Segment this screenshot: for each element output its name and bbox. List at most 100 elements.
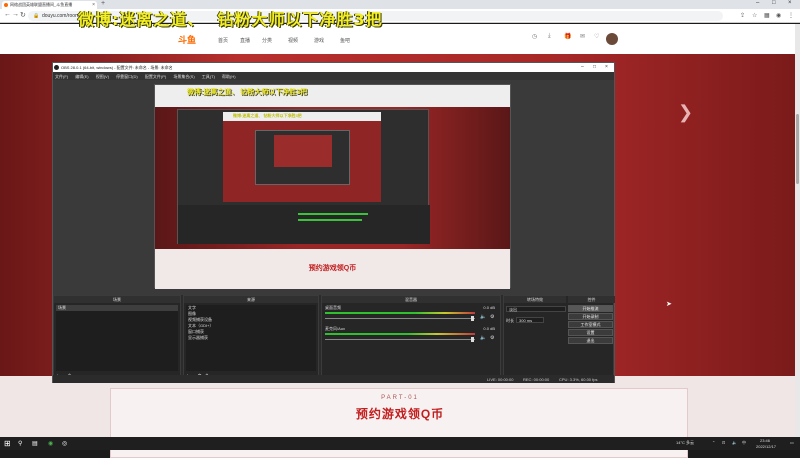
windows-start-icon[interactable]: ⊞ <box>4 439 11 448</box>
obs-title: OBS 28.0.1 (64-bit, windows) - 配置文件: 未命名… <box>61 65 173 70</box>
transitions-header: 转场特效 <box>504 296 566 303</box>
menu-edit[interactable]: 编辑(E) <box>75 74 88 79</box>
channel-db: 0.0 dB <box>483 305 495 310</box>
start-streaming-button[interactable]: 开始推流 <box>568 305 613 312</box>
exit-button[interactable]: 退出 <box>568 337 613 344</box>
reload-icon[interactable]: ↻ <box>20 11 26 19</box>
maximize-icon[interactable]: □ <box>772 0 776 6</box>
menu-view[interactable]: 视图(V) <box>96 74 109 79</box>
start-recording-button[interactable]: 开始录制 <box>568 313 613 320</box>
notification-icon[interactable]: ▭ <box>790 440 794 445</box>
nav-item-video[interactable]: 视频 <box>288 37 298 44</box>
chrome-icon[interactable]: ◉ <box>48 440 53 447</box>
nested-bottom-section: 预约游戏领Q币 <box>155 249 510 289</box>
sources-list: 文字 图像 视频捕获设备 文本（GDI+） 窗口捕获 显示器捕获 <box>186 305 316 371</box>
share-icon[interactable]: ⇪ <box>740 12 745 19</box>
file-explorer-icon[interactable]: ▤ <box>32 440 38 447</box>
history-icon[interactable]: ◷ <box>532 33 537 40</box>
nested-meter <box>298 213 368 215</box>
search-icon[interactable]: ⚲ <box>18 440 22 447</box>
event-title: 预约游戏领Q币 <box>355 407 445 421</box>
menu-docks[interactable]: 停靠窗口(D) <box>116 74 138 79</box>
nested-capture-1: 微博:迷离之道、 钻粉大师以下净胜3把 微博:迷离之道、 钻粉大师以下净胜3把 … <box>154 84 511 289</box>
fan-icon[interactable]: ♡ <box>594 33 599 40</box>
controls-header: 控件 <box>568 296 615 303</box>
volume-knob[interactable] <box>471 316 474 321</box>
download-icon[interactable]: ⤓ <box>548 33 551 40</box>
nested-overlay-title: 微博:迷离之道、 钻粉大师以下净胜3把 <box>187 89 308 96</box>
settings-button[interactable]: 设置 <box>568 329 613 336</box>
mixer-dock: 混音器 桌面音频 0.0 dB 🔈 ⚙ 麦克风/Aux 0.0 dB 🔈 ⚙ <box>321 295 501 382</box>
gear-icon[interactable]: ⚙ <box>490 314 494 320</box>
menu-scene-collection[interactable]: 场景集合(S) <box>173 74 194 79</box>
channel-name: 麦克风/Aux <box>325 326 346 331</box>
source-item[interactable]: 显示器捕获 <box>186 335 316 341</box>
volume-icon[interactable]: 🔈 <box>732 440 737 445</box>
volume-knob[interactable] <box>471 337 474 342</box>
volume-slider[interactable] <box>325 316 475 321</box>
obs-preview[interactable]: 微博:迷离之道、 钻粉大师以下净胜3把 微博:迷离之道、 钻粉大师以下净胜3把 … <box>53 80 614 295</box>
network-icon[interactable]: ⊡ <box>722 440 725 445</box>
profile-icon[interactable]: ◉ <box>776 12 781 19</box>
obs-logo-icon <box>54 65 59 70</box>
duration-input[interactable]: 300 ms <box>516 317 544 323</box>
forward-icon[interactable]: → <box>12 11 19 18</box>
obs-close-icon[interactable]: × <box>605 64 608 70</box>
tray-chevron-icon[interactable]: ⌃ <box>712 440 715 445</box>
windows-taskbar: ⊞ ⚲ ▤ ◉ ◎ 14°C 多云 ⌃ ⊡ 🔈 中 23:46 2022/12/… <box>0 437 800 450</box>
nav-item-game[interactable]: 游戏 <box>314 37 324 44</box>
lock-icon: 🔒 <box>33 13 40 19</box>
message-icon[interactable]: ✉ <box>580 33 585 40</box>
studio-mode-button[interactable]: 工作室模式 <box>568 321 613 328</box>
weather[interactable]: 14°C 多云 <box>676 440 694 446</box>
nested-preview: 微博:迷离之道、 钻粉大师以下净胜3把 <box>223 112 381 202</box>
transition-select[interactable]: 淡出 <box>506 306 566 312</box>
nav-item-fishbar[interactable]: 鱼吧 <box>340 37 350 44</box>
rec-status: REC: 00:00:00 <box>523 377 550 382</box>
clock-date[interactable]: 2022/12/17 <box>756 444 776 449</box>
menu-help[interactable]: 帮助(H) <box>222 74 236 79</box>
browser-menu-icon[interactable]: ⋮ <box>788 12 794 19</box>
event-section: PART-01 预约游戏领Q币 <box>0 376 800 458</box>
gear-icon[interactable]: ⚙ <box>490 335 494 341</box>
nested-capture-2: 微博:迷离之道、 钻粉大师以下净胜3把 <box>177 109 430 244</box>
transitions-dock: 转场特效 控件 淡出 时长 300 ms 开始推流 开始录制 工作室模式 设置 … <box>503 295 615 382</box>
menu-tools[interactable]: 工具(T) <box>202 74 215 79</box>
channel-db: 0.0 dB <box>483 326 495 331</box>
speaker-icon[interactable]: 🔈 <box>480 335 486 341</box>
nav-item-category[interactable]: 分类 <box>262 37 272 44</box>
scrollbar-thumb[interactable] <box>796 114 799 184</box>
part-label: PART-01 <box>381 395 419 401</box>
stream-overlay-title: 微博:迷离之道、 钻粉大师以下净胜3把 <box>78 10 383 29</box>
obs-minimize-icon[interactable]: – <box>581 64 584 70</box>
obs-titlebar: OBS 28.0.1 (64-bit, windows) - 配置文件: 未命名… <box>53 63 614 72</box>
bookmark-star-icon[interactable]: ☆ <box>752 12 757 19</box>
obs-maximize-icon[interactable]: □ <box>593 64 596 70</box>
scenes-list: 场景 <box>56 305 178 371</box>
speaker-icon[interactable]: 🔈 <box>480 314 486 320</box>
banner-arrow-icon[interactable]: ❯ <box>678 102 693 123</box>
close-window-icon[interactable]: × <box>788 0 792 6</box>
douyu-favicon-icon <box>4 3 8 7</box>
avatar[interactable] <box>606 33 618 45</box>
nav-item-live[interactable]: 直播 <box>240 37 250 44</box>
menu-profile[interactable]: 配置文件(P) <box>145 74 166 79</box>
back-icon[interactable]: ← <box>4 11 11 18</box>
extensions-icon[interactable]: ▦ <box>764 12 770 19</box>
clock-time[interactable]: 23:46 <box>760 438 770 443</box>
nav-item-home[interactable]: 首页 <box>218 37 228 44</box>
obs-taskbar-icon[interactable]: ◎ <box>62 440 67 447</box>
minimize-icon[interactable]: – <box>756 0 759 6</box>
cpu-status: CPU: 3.3%, 60.00 fps <box>559 377 598 382</box>
scene-item[interactable]: 场景 <box>56 305 178 311</box>
menu-file[interactable]: 文件(F) <box>55 74 68 79</box>
obs-window: OBS 28.0.1 (64-bit, windows) - 配置文件: 未命名… <box>52 62 615 383</box>
volume-slider[interactable] <box>325 337 475 342</box>
ime-icon[interactable]: 中 <box>742 440 746 446</box>
page-scrollbar[interactable] <box>795 24 800 437</box>
obs-statusbar: LIVE: 00:00:00 REC: 00:00:00 CPU: 3.3%, … <box>53 375 614 383</box>
gift-icon[interactable]: 🎁 <box>564 33 571 40</box>
obs-docks: 场景 场景 +−⌃⌄ 来源 文字 图像 视频捕获设备 文本（GDI+） 窗口捕获… <box>53 295 615 382</box>
nested-capture-3-inner <box>274 135 332 167</box>
douyu-logo[interactable]: 斗鱼 <box>178 33 196 46</box>
